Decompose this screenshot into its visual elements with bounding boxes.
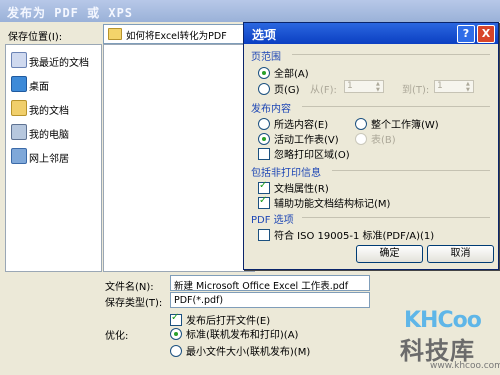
accessibility-tags-label: 辅助功能文档结构标记(M) bbox=[274, 199, 391, 210]
page-range-all-label: 全部(A) bbox=[274, 69, 309, 80]
options-dialog-title: 选项 bbox=[252, 28, 277, 42]
open-after-publish-option[interactable]: 发布后打开文件(E) bbox=[170, 312, 270, 327]
table-option: 表(B) bbox=[355, 131, 396, 146]
non-printing-heading: 包括非打印信息 bbox=[251, 168, 321, 179]
iso-checkbox[interactable] bbox=[258, 229, 270, 241]
optimize-label: 优化: bbox=[105, 331, 129, 342]
workbook-radio[interactable] bbox=[355, 118, 367, 130]
window-title: 发布为 PDF 或 XPS bbox=[7, 6, 134, 20]
ignore-print-area-checkbox[interactable] bbox=[258, 148, 270, 160]
optimize-standard-label: 标准(联机发布和打印)(A) bbox=[186, 330, 299, 341]
doc-properties-checkbox[interactable] bbox=[258, 180, 270, 194]
table-label: 表(B) bbox=[371, 135, 396, 146]
file-type-select[interactable]: PDF(*.pdf) bbox=[170, 292, 370, 308]
save-location-value: 如何将Excel转化为PDF bbox=[126, 31, 227, 42]
save-location-label: 保存位置(I): bbox=[8, 32, 63, 43]
file-list[interactable] bbox=[103, 44, 255, 272]
table-radio bbox=[355, 133, 367, 145]
active-sheet-radio[interactable] bbox=[258, 133, 270, 145]
publish-content-heading: 发布内容 bbox=[251, 104, 291, 115]
place-label: 我的电脑 bbox=[29, 130, 69, 141]
watermark-logo: KHCoo bbox=[404, 308, 482, 333]
place-my-computer[interactable]: 我的电脑 bbox=[8, 121, 98, 143]
place-my-documents[interactable]: 我的文档 bbox=[8, 97, 98, 119]
iso-label: 符合 ISO 19005-1 标准(PDF/A)(1) bbox=[274, 231, 435, 242]
doc-properties-label: 文档属性(R) bbox=[274, 184, 329, 195]
accessibility-tags-option[interactable]: 辅助功能文档结构标记(M) bbox=[258, 195, 390, 210]
save-location-select[interactable]: 如何将Excel转化为PDF bbox=[103, 24, 255, 44]
watermark-url: www.khcoo.com bbox=[430, 361, 500, 371]
selection-option[interactable]: 所选内容(E) bbox=[258, 116, 328, 131]
page-range-heading: 页范围 bbox=[251, 52, 281, 63]
file-type-label: 保存类型(T): bbox=[105, 298, 163, 309]
place-label: 桌面 bbox=[29, 82, 49, 93]
to-label: 到(T): bbox=[402, 85, 430, 96]
ignore-print-area-option[interactable]: 忽略打印区域(O) bbox=[258, 146, 350, 161]
optimize-minimum-radio[interactable] bbox=[170, 345, 182, 357]
page-range-pages-option[interactable]: 页(G) bbox=[258, 81, 300, 96]
iso-option[interactable]: 符合 ISO 19005-1 标准(PDF/A)(1) bbox=[258, 227, 434, 242]
optimize-standard-option[interactable]: 标准(联机发布和打印)(A) bbox=[170, 326, 298, 341]
options-dialog: 选项 ? X 页范围 全部(A) 页(G) 从(F): 1 到(T): 1 发布… bbox=[243, 22, 499, 270]
section-divider bbox=[302, 106, 490, 107]
accessibility-tags-checkbox[interactable] bbox=[258, 195, 270, 209]
section-divider bbox=[332, 170, 490, 171]
ignore-print-area-label: 忽略打印区域(O) bbox=[274, 150, 350, 161]
place-label: 我的文档 bbox=[29, 106, 69, 117]
place-label: 网上邻居 bbox=[29, 154, 69, 165]
ok-button[interactable]: 确定 bbox=[356, 245, 423, 263]
section-divider bbox=[292, 54, 490, 55]
place-network[interactable]: 网上邻居 bbox=[8, 145, 98, 167]
page-range-pages-label: 页(G) bbox=[274, 85, 300, 96]
optimize-minimum-label: 最小文件大小(联机发布)(M) bbox=[186, 347, 311, 358]
page-range-all-option[interactable]: 全部(A) bbox=[258, 65, 309, 80]
network-places-icon bbox=[11, 148, 27, 164]
my-documents-icon bbox=[11, 100, 27, 116]
from-label: 从(F): bbox=[310, 85, 337, 96]
selection-radio[interactable] bbox=[258, 118, 270, 130]
selection-label: 所选内容(E) bbox=[274, 120, 329, 131]
place-desktop[interactable]: 桌面 bbox=[8, 73, 98, 95]
active-sheet-option[interactable]: 活动工作表(V) bbox=[258, 131, 339, 146]
optimize-standard-radio[interactable] bbox=[170, 328, 182, 340]
folder-icon bbox=[108, 28, 122, 40]
workbook-label: 整个工作簿(W) bbox=[371, 120, 439, 131]
active-sheet-label: 活动工作表(V) bbox=[274, 135, 339, 146]
file-name-label: 文件名(N): bbox=[105, 282, 154, 293]
places-bar: 我最近的文档 桌面 我的文档 我的电脑 网上邻居 bbox=[5, 44, 102, 272]
my-computer-icon bbox=[11, 124, 27, 140]
cancel-button[interactable]: 取消 bbox=[427, 245, 494, 263]
close-button[interactable]: X bbox=[477, 25, 495, 43]
doc-properties-option[interactable]: 文档属性(R) bbox=[258, 180, 329, 195]
from-spinner[interactable]: 1 bbox=[344, 80, 384, 93]
to-spinner[interactable]: 1 bbox=[434, 80, 474, 93]
help-button[interactable]: ? bbox=[457, 25, 475, 43]
window-title-bar: 发布为 PDF 或 XPS bbox=[0, 0, 500, 22]
recent-documents-icon bbox=[11, 52, 27, 68]
place-label: 我最近的文档 bbox=[29, 58, 89, 69]
open-after-publish-checkbox[interactable] bbox=[170, 312, 182, 326]
optimize-minimum-option[interactable]: 最小文件大小(联机发布)(M) bbox=[170, 343, 310, 358]
place-recent-documents[interactable]: 我最近的文档 bbox=[8, 49, 98, 71]
pdf-options-heading: PDF 选项 bbox=[251, 215, 294, 226]
section-divider bbox=[302, 217, 490, 218]
page-range-pages-radio[interactable] bbox=[258, 83, 270, 95]
workbook-option[interactable]: 整个工作簿(W) bbox=[355, 116, 439, 131]
file-name-input[interactable]: 新建 Microsoft Office Excel 工作表.pdf bbox=[170, 275, 370, 291]
options-dialog-title-bar: 选项 ? X bbox=[244, 23, 498, 44]
desktop-icon bbox=[11, 76, 27, 92]
page-range-all-radio[interactable] bbox=[258, 67, 270, 79]
